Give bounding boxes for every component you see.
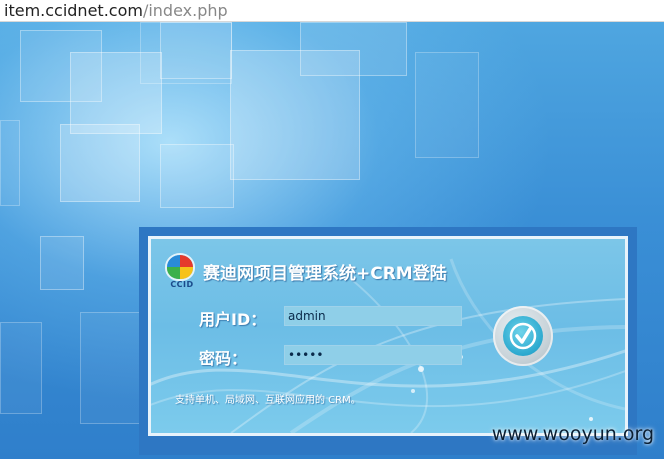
- bg-square: [160, 22, 232, 79]
- username-label: 用户ID：: [199, 310, 267, 329]
- login-frame: CCID 赛迪网项目管理系统+CRM登陆 用户ID： 密码： 支持单机、局域网、…: [139, 227, 637, 455]
- url-path: /index.php: [142, 1, 228, 20]
- password-label: 密码：: [199, 349, 248, 368]
- bg-square: [415, 52, 479, 158]
- login-panel: CCID 赛迪网项目管理系统+CRM登陆 用户ID： 密码： 支持单机、局域网、…: [148, 236, 628, 436]
- bg-square: [0, 322, 42, 414]
- login-title: 赛迪网项目管理系统+CRM登陆: [203, 264, 447, 284]
- checkmark-icon: [503, 316, 543, 356]
- page-background: CCID 赛迪网项目管理系统+CRM登陆 用户ID： 密码： 支持单机、局域网、…: [0, 22, 664, 459]
- bg-square: [80, 312, 140, 424]
- bg-square: [40, 236, 84, 290]
- support-note: 支持单机、局域网、互联网应用的 CRM。: [175, 395, 361, 406]
- url-host: item.ccidnet.com: [4, 1, 143, 20]
- password-input[interactable]: [284, 345, 462, 365]
- bg-square: [160, 144, 234, 208]
- watermark: www.wooyun.org: [491, 423, 654, 445]
- logo-text: CCID: [170, 280, 194, 289]
- address-bar[interactable]: item.ccidnet.com/index.php: [0, 0, 664, 22]
- login-submit-button[interactable]: [493, 306, 553, 366]
- bg-square: [300, 22, 407, 76]
- ccid-logo-icon: [167, 255, 193, 279]
- bg-square: [0, 120, 20, 206]
- username-input[interactable]: [284, 306, 462, 326]
- bg-square: [60, 124, 140, 202]
